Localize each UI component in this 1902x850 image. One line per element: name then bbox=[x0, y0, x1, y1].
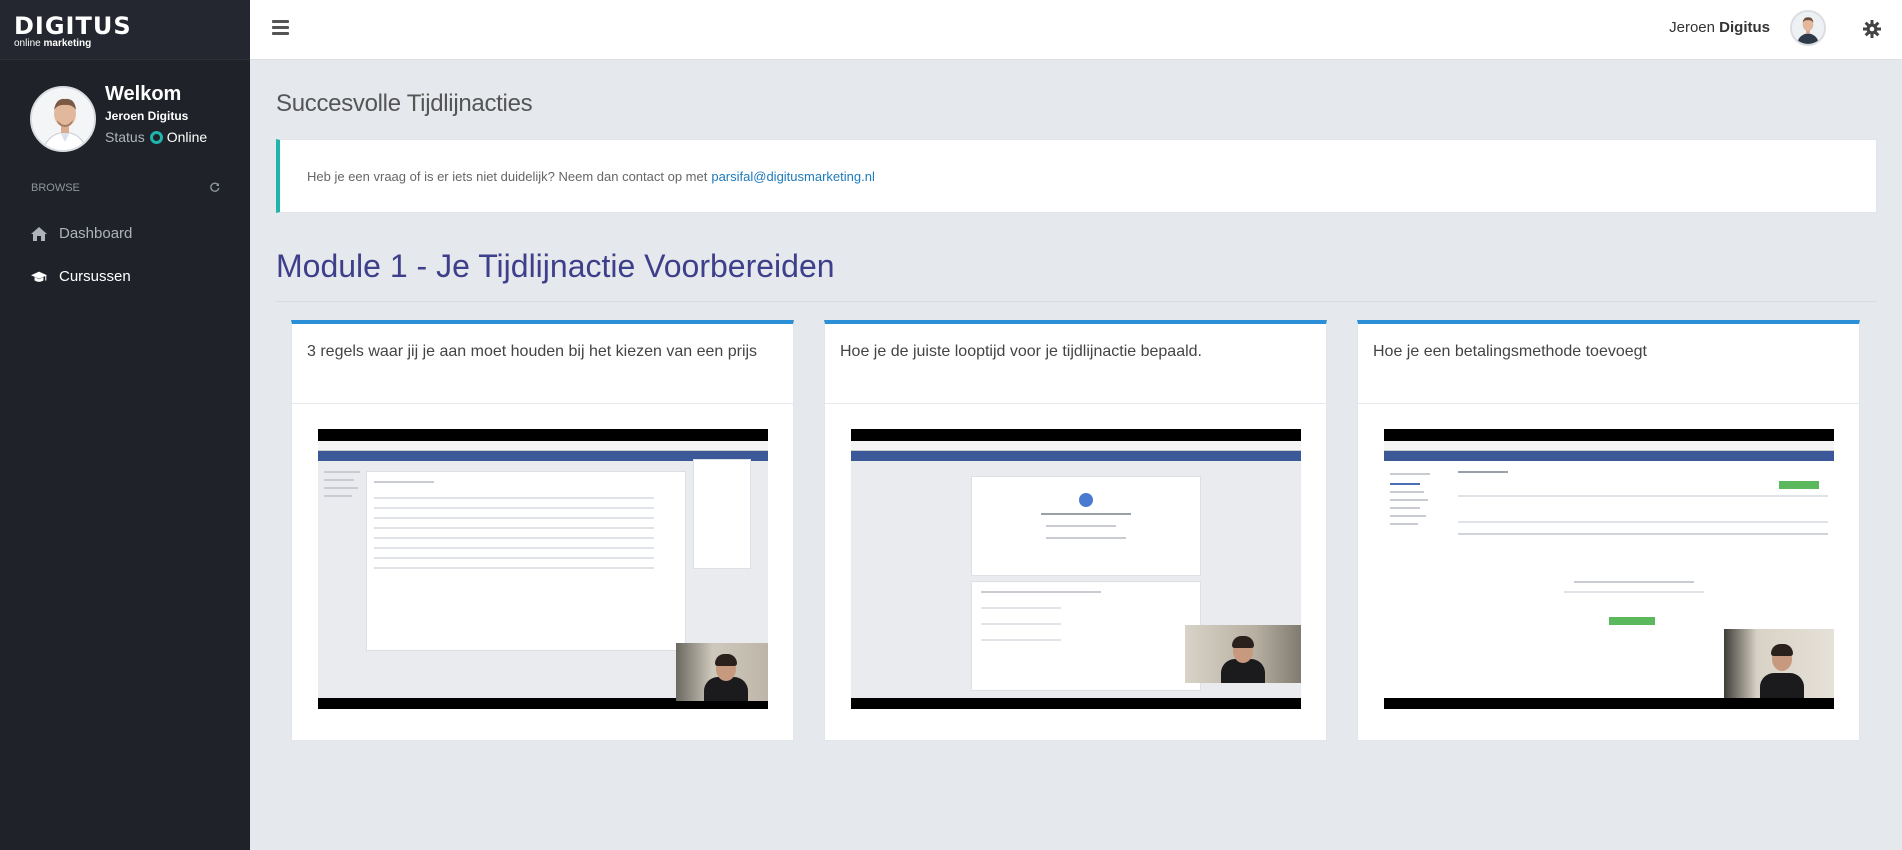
lesson-card-body bbox=[825, 404, 1326, 709]
home-icon bbox=[31, 226, 47, 241]
gear-icon[interactable] bbox=[1863, 20, 1881, 38]
lesson-card[interactable]: Hoe je de juiste looptijd voor je tijdli… bbox=[824, 320, 1327, 741]
video-thumbnail[interactable] bbox=[851, 429, 1301, 709]
main-content: Succesvolle Tijdlijnacties Heb je een vr… bbox=[276, 60, 1877, 741]
lesson-card-body bbox=[1358, 404, 1859, 709]
header-user-first: Jeroen bbox=[1669, 19, 1715, 36]
lesson-card-title[interactable]: Hoe je een betalingsmethode toevoegt bbox=[1358, 324, 1859, 404]
contact-email-link[interactable]: parsifal@digitusmarketing.nl bbox=[711, 169, 875, 184]
info-alert: Heb je een vraag of is er iets niet duid… bbox=[276, 139, 1877, 213]
lesson-card-title[interactable]: 3 regels waar jij je aan moet houden bij… bbox=[292, 324, 793, 404]
lesson-card[interactable]: Hoe je een betalingsmethode toevoegt bbox=[1357, 320, 1860, 741]
lesson-cards: 3 regels waar jij je aan moet houden bij… bbox=[291, 320, 1877, 741]
lesson-card-title[interactable]: Hoe je de juiste looptijd voor je tijdli… bbox=[825, 324, 1326, 404]
page-title: Succesvolle Tijdlijnacties bbox=[276, 90, 533, 117]
logo-tagline: online marketing bbox=[14, 38, 250, 49]
sidebar-item-cursussen[interactable]: Cursussen bbox=[0, 255, 250, 298]
user-name: Jeroen Digitus bbox=[105, 109, 189, 123]
lesson-card-body bbox=[292, 404, 793, 709]
sidebar-item-label: Cursussen bbox=[59, 268, 131, 285]
user-panel: Welkom Jeroen Digitus Status Online bbox=[30, 83, 207, 152]
status-row: Status Online bbox=[105, 129, 207, 145]
graduation-cap-icon bbox=[31, 270, 47, 284]
status-online-icon bbox=[149, 130, 163, 144]
logo[interactable]: DIGITUS online marketing bbox=[0, 0, 250, 60]
menu-toggle-icon[interactable] bbox=[272, 20, 289, 38]
alert-text: Heb je een vraag of is er iets niet duid… bbox=[307, 168, 708, 184]
welcome-heading: Welkom bbox=[105, 83, 182, 105]
video-thumbnail[interactable] bbox=[1384, 429, 1834, 709]
video-thumbnail[interactable] bbox=[318, 429, 768, 709]
header-user-name[interactable]: Jeroen Digitus bbox=[1669, 19, 1770, 36]
top-header: Jeroen Digitus bbox=[250, 0, 1902, 60]
screen-recording bbox=[1384, 441, 1834, 698]
browse-section-header: BROWSE bbox=[31, 182, 220, 195]
logo-tagline-bold: marketing bbox=[43, 38, 92, 49]
status-label: Status bbox=[105, 129, 145, 145]
status-value: Online bbox=[166, 129, 208, 145]
refresh-icon[interactable] bbox=[210, 182, 220, 195]
module-title: Module 1 - Je Tijdlijnactie Voorbereiden bbox=[276, 248, 1877, 302]
lesson-card[interactable]: 3 regels waar jij je aan moet houden bij… bbox=[291, 320, 794, 741]
logo-tagline-prefix: online bbox=[14, 38, 41, 49]
logo-wordmark: DIGITUS bbox=[14, 12, 132, 40]
sidebar: DIGITUS online marketing Welkom Jeroen D… bbox=[0, 0, 250, 850]
screen-recording bbox=[851, 441, 1301, 698]
sidebar-nav: Dashboard Cursussen bbox=[0, 212, 250, 298]
header-user-last: Digitus bbox=[1719, 19, 1770, 36]
sidebar-item-label: Dashboard bbox=[59, 225, 133, 242]
user-info: Welkom Jeroen Digitus Status Online bbox=[105, 83, 207, 145]
screen-recording bbox=[318, 441, 768, 701]
avatar[interactable] bbox=[30, 86, 96, 152]
browse-label: BROWSE bbox=[31, 182, 80, 194]
sidebar-item-dashboard[interactable]: Dashboard bbox=[0, 212, 250, 255]
header-avatar[interactable] bbox=[1790, 10, 1826, 46]
